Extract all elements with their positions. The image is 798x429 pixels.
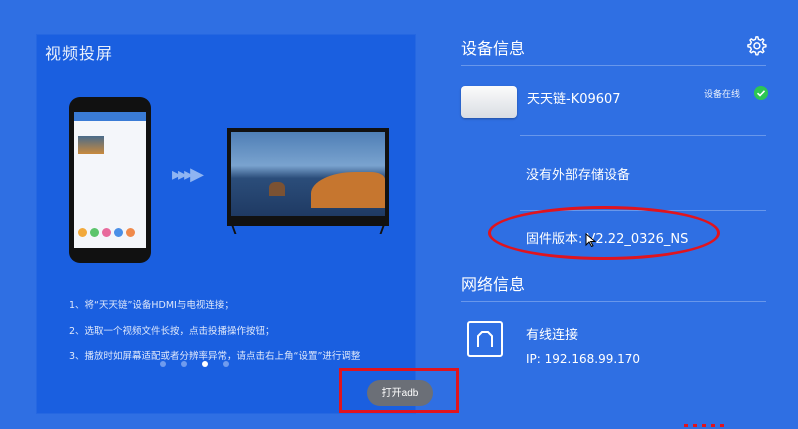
storage-status: 没有外部存储设备	[526, 168, 631, 183]
tv-screen	[231, 132, 385, 216]
page-dot[interactable]	[181, 361, 187, 367]
page-dot[interactable]	[223, 361, 229, 367]
gear-icon[interactable]	[745, 35, 767, 57]
annotation-marks	[684, 424, 724, 427]
page-dot[interactable]	[160, 361, 166, 367]
device-name: 天天链-K09607	[527, 92, 621, 107]
instruction-1: 1、将“天天链”设备HDMI与电视连接；	[69, 300, 234, 311]
tv-illustration	[227, 128, 389, 234]
phone-video-thumbnail	[78, 136, 104, 154]
network-icon	[467, 321, 503, 357]
device-info-title: 设备信息	[461, 39, 526, 58]
panel-title: 视频投屏	[45, 44, 114, 63]
instruction-2: 2、选取一个视频文件长按，点击投播操作按钮；	[69, 326, 275, 337]
connection-type: 有线连接	[526, 328, 579, 343]
ip-address: IP: 192.168.99.170	[526, 352, 641, 366]
device-box-icon	[461, 86, 517, 118]
page-indicator	[160, 361, 229, 367]
network-info-title: 网络信息	[461, 275, 526, 294]
page-dot-active[interactable]	[202, 361, 208, 367]
cursor-icon	[585, 233, 597, 247]
check-icon	[754, 86, 768, 100]
annotation-box	[339, 368, 459, 413]
phone-app-icons	[78, 228, 135, 237]
instruction-3: 3、播放时如屏幕适配或者分辨率异常，请点击右上角“设置”进行调整	[69, 351, 361, 362]
annotation-ellipse	[488, 206, 720, 260]
device-status: 设备在线	[704, 90, 741, 100]
phone-screen	[74, 112, 146, 248]
phone-illustration	[69, 97, 151, 263]
video-cast-panel: 视频投屏 ▸▸▸▶ 1、将“天天链”设备HDMI与电视连接； 2、选取一个视频文…	[36, 34, 416, 414]
arrow-right-icon: ▸▸▸▶	[172, 164, 204, 185]
